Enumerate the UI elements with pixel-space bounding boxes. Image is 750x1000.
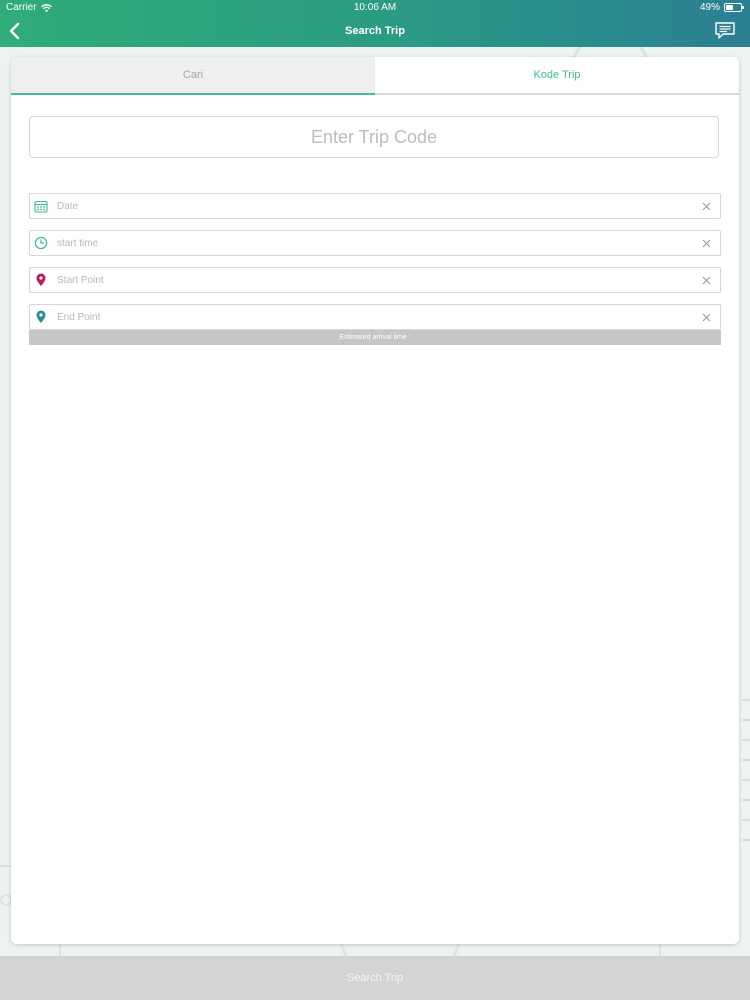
close-icon	[702, 276, 710, 284]
battery-percent: 49%	[699, 2, 720, 13]
page-title: Search Trip	[345, 25, 405, 37]
tab-cari[interactable]: Cari	[11, 57, 375, 95]
close-icon	[702, 313, 710, 321]
tab-kode-trip[interactable]: Kode Trip	[375, 57, 739, 95]
tab-bar: Cari Kode Trip	[11, 57, 739, 95]
clear-end-point-button[interactable]	[700, 311, 712, 323]
start-point-field[interactable]: Start Point	[29, 267, 721, 293]
battery-icon	[724, 3, 744, 12]
clear-start-point-button[interactable]	[700, 274, 712, 286]
battery-level	[726, 5, 733, 10]
search-trip-button[interactable]: Search Trip	[0, 956, 750, 1000]
status-battery: 49%	[699, 2, 744, 13]
clear-date-button[interactable]	[700, 200, 712, 212]
clock-icon	[34, 236, 48, 250]
calendar-icon	[34, 199, 48, 213]
end-point-field[interactable]: End Point	[29, 304, 721, 330]
close-icon	[702, 202, 710, 210]
date-field[interactable]: Date	[29, 193, 721, 219]
search-trip-card: Cari Kode Trip Enter Trip Code Date star…	[11, 57, 739, 944]
start-point-placeholder: Start Point	[57, 274, 104, 286]
clear-start-time-button[interactable]	[700, 237, 712, 249]
map-pin-icon	[34, 310, 48, 324]
status-time: 10:06 AM	[353, 2, 397, 13]
close-icon	[702, 239, 710, 247]
start-time-placeholder: start time	[57, 237, 99, 249]
map-pin-icon	[34, 273, 48, 287]
chat-button[interactable]	[714, 21, 736, 41]
end-point-placeholder: End Point	[57, 311, 101, 323]
app-header: Carrier 10:06 AM 49% Search Trip	[0, 0, 750, 47]
chat-bubble-icon	[715, 22, 735, 39]
estimated-arrival-bar: Estimated arrival time :	[29, 330, 721, 345]
start-time-field[interactable]: start time	[29, 230, 721, 256]
trip-code-input[interactable]: Enter Trip Code	[29, 116, 719, 158]
date-placeholder: Date	[57, 200, 79, 212]
